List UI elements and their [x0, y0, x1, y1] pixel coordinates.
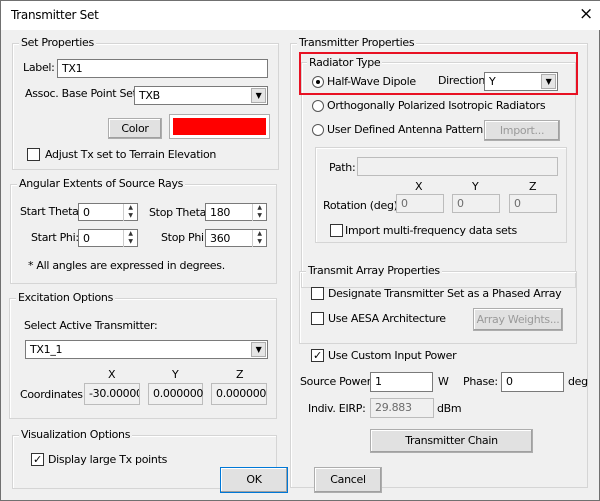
stop-phi-value: 360 — [210, 232, 231, 245]
aesa-checkbox[interactable] — [311, 312, 324, 325]
coord-y-field: 0.000000 — [148, 383, 203, 405]
source-power-unit: W — [438, 375, 449, 388]
rot-y-field: 0 — [452, 194, 500, 213]
large-points-label: Display large Tx points — [48, 453, 168, 466]
eirp-field: 29.883 — [370, 398, 434, 418]
label-label: Label: — [23, 61, 55, 74]
source-power-input[interactable]: 1 — [370, 372, 433, 392]
stop-theta-value: 180 — [210, 206, 231, 219]
window-title: Transmitter Set — [11, 8, 99, 22]
array-weights-button[interactable]: Array Weights... — [473, 308, 563, 331]
z-header: Z — [236, 368, 244, 381]
rotation-label: Rotation (deg): — [323, 199, 402, 212]
source-power-label: Source Power: — [300, 375, 375, 388]
path-label: Path: — [329, 161, 356, 174]
cancel-button[interactable]: Cancel — [314, 467, 382, 493]
aesa-label: Use AESA Architecture — [328, 312, 446, 325]
coordinates-label: Coordinates: — [20, 388, 87, 401]
group-title: Transmit Array Properties — [306, 264, 442, 277]
active-transmitter-value: TX1_1 — [30, 343, 63, 356]
rot-y-header: Y — [472, 180, 479, 193]
group-title: Excitation Options — [16, 291, 116, 304]
radiator-type-title: Radiator Type — [307, 56, 383, 69]
transmitter-chain-button[interactable]: Transmitter Chain — [370, 429, 533, 453]
ok-button[interactable]: OK — [220, 467, 288, 493]
group-title: Angular Extents of Source Rays — [17, 177, 186, 190]
coord-x-field: -30.000000 — [84, 383, 140, 405]
adjust-terrain-label: Adjust Tx set to Terrain Elevation — [45, 148, 217, 161]
chevron-down-icon: ▼ — [251, 342, 266, 357]
phased-array-label: Designate Transmitter Set as a Phased Ar… — [328, 287, 562, 300]
half-wave-radio[interactable] — [312, 76, 324, 88]
select-transmitter-label: Select Active Transmitter: — [24, 319, 158, 332]
spin-arrows-icon[interactable]: ▲ ▼ — [123, 230, 137, 247]
ortho-label: Orthogonally Polarized Isotropic Radiato… — [327, 99, 546, 112]
eirp-unit: dBm — [437, 402, 462, 415]
eirp-label: Indiv. EIRP: — [308, 402, 366, 415]
stop-phi-spinner[interactable]: 360 ▲ ▼ — [205, 229, 267, 247]
coord-z-field: 0.000000 — [211, 383, 267, 405]
close-icon[interactable]: × — [579, 4, 593, 24]
spin-arrows-icon[interactable]: ▲ ▼ — [123, 204, 137, 221]
multi-frequency-checkbox[interactable] — [330, 224, 343, 237]
stop-theta-label: Stop Theta: — [149, 206, 210, 219]
direction-select[interactable]: Y ▼ — [484, 72, 558, 91]
stop-theta-spinner[interactable]: 180 ▲ ▼ — [205, 203, 267, 221]
large-points-checkbox[interactable]: ✓ — [31, 453, 44, 466]
base-point-label: Assoc. Base Point Set: — [25, 87, 141, 100]
label-input[interactable]: TX1 — [57, 59, 268, 78]
transmitter-set-dialog: Transmitter Set × Set Properties Label: … — [0, 0, 600, 501]
spin-arrows-icon[interactable]: ▲ ▼ — [252, 204, 266, 221]
direction-label: Direction: — [438, 74, 489, 87]
y-header: Y — [172, 368, 179, 381]
path-field — [357, 157, 558, 176]
base-point-value: TXB — [139, 89, 160, 102]
start-theta-label: Start Theta: — [20, 205, 82, 218]
active-transmitter-select[interactable]: TX1_1 ▼ — [25, 340, 268, 359]
adjust-terrain-checkbox[interactable] — [27, 148, 40, 161]
spin-arrows-icon[interactable]: ▲ ▼ — [252, 230, 266, 247]
phase-label: Phase: — [463, 375, 498, 388]
angles-note: * All angles are expressed in degrees. — [28, 259, 225, 272]
rot-x-field: 0 — [396, 194, 444, 213]
group-title: Set Properties — [19, 36, 96, 49]
import-button[interactable]: Import... — [484, 120, 560, 141]
ortho-radio[interactable] — [312, 100, 324, 112]
half-wave-label: Half-Wave Dipole — [327, 75, 416, 88]
group-title: Visualization Options — [19, 428, 133, 441]
custom-power-label: Use Custom Input Power — [328, 349, 457, 362]
base-point-select[interactable]: TXB ▼ — [134, 86, 268, 105]
chevron-down-icon: ▼ — [541, 74, 556, 89]
color-swatch[interactable] — [169, 114, 270, 139]
start-phi-spinner[interactable]: 0 ▲ ▼ — [78, 229, 138, 247]
title-bar: Transmitter Set × — [1, 1, 600, 30]
phase-input[interactable]: 0 — [501, 372, 564, 392]
rot-x-header: X — [415, 180, 423, 193]
start-phi-value: 0 — [83, 232, 90, 245]
rot-z-header: Z — [529, 180, 537, 193]
custom-power-checkbox[interactable]: ✓ — [311, 349, 324, 362]
chevron-down-icon: ▼ — [251, 88, 266, 103]
color-button[interactable]: Color — [108, 118, 162, 139]
rot-z-field: 0 — [509, 194, 557, 213]
direction-value: Y — [489, 75, 496, 88]
user-defined-radio[interactable] — [312, 124, 324, 136]
x-header: X — [108, 368, 116, 381]
start-theta-value: 0 — [83, 206, 90, 219]
multi-frequency-label: Import multi-frequency data sets — [345, 224, 517, 237]
user-defined-label: User Defined Antenna Pattern — [327, 123, 483, 136]
start-phi-label: Start Phi: — [31, 231, 79, 244]
phased-array-checkbox[interactable] — [311, 287, 324, 300]
start-theta-spinner[interactable]: 0 ▲ ▼ — [78, 203, 138, 221]
group-title: Transmitter Properties — [297, 36, 417, 49]
stop-phi-label: Stop Phi: — [161, 231, 208, 244]
phase-unit: deg — [568, 375, 588, 388]
